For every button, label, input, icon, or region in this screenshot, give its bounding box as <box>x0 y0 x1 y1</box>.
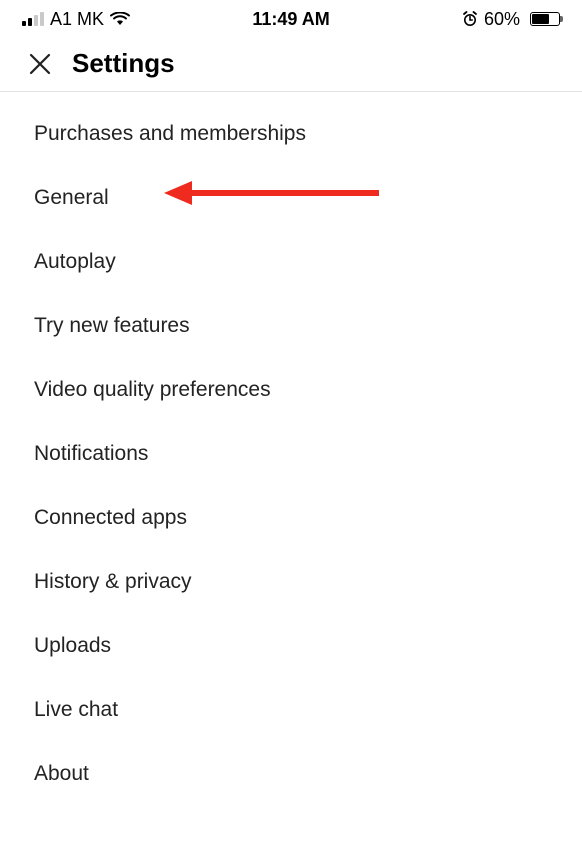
close-icon <box>28 52 52 76</box>
settings-item-uploads[interactable]: Uploads <box>0 614 582 678</box>
settings-item-purchases[interactable]: Purchases and memberships <box>0 102 582 166</box>
settings-item-notifications[interactable]: Notifications <box>0 422 582 486</box>
settings-item-try-new-features[interactable]: Try new features <box>0 294 582 358</box>
settings-item-history-privacy[interactable]: History & privacy <box>0 550 582 614</box>
alarm-icon <box>462 11 478 27</box>
status-right: 60% <box>462 9 560 30</box>
settings-item-live-chat[interactable]: Live chat <box>0 678 582 742</box>
settings-item-video-quality[interactable]: Video quality preferences <box>0 358 582 422</box>
settings-item-connected-apps[interactable]: Connected apps <box>0 486 582 550</box>
page-title: Settings <box>72 48 175 79</box>
close-button[interactable] <box>26 50 54 78</box>
status-left: A1 MK <box>22 9 130 30</box>
carrier-label: A1 MK <box>50 9 104 30</box>
settings-item-general[interactable]: General <box>0 166 582 230</box>
battery-icon <box>526 12 560 26</box>
status-bar: A1 MK 11:49 AM 60% <box>0 0 582 34</box>
settings-item-autoplay[interactable]: Autoplay <box>0 230 582 294</box>
settings-item-about[interactable]: About <box>0 742 582 806</box>
header: Settings <box>0 34 582 92</box>
cellular-signal-icon <box>22 12 44 26</box>
settings-list: Purchases and memberships General Autopl… <box>0 92 582 816</box>
battery-percent: 60% <box>484 9 520 30</box>
wifi-icon <box>110 12 130 26</box>
